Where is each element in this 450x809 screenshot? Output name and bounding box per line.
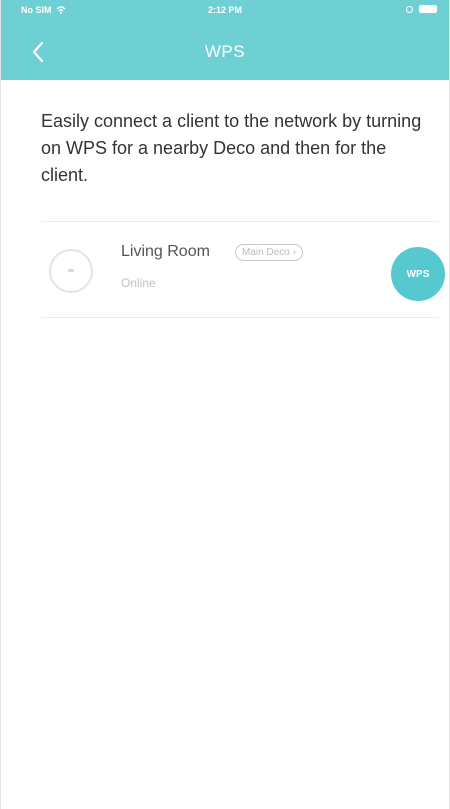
deco-device-icon xyxy=(49,249,93,293)
nav-bar: WPS xyxy=(1,30,449,74)
wps-description: Easily connect a client to the network b… xyxy=(41,111,422,185)
main-deco-badge-label: Main Deco xyxy=(242,247,290,258)
status-bar: No SIM 2:12 PM xyxy=(1,0,449,22)
device-name: Living Room xyxy=(121,243,210,260)
divider-bottom xyxy=(41,317,439,318)
status-time: 2:12 PM xyxy=(207,5,242,15)
app-screen: No SIM 2:12 PM WPS Easily connect a clie… xyxy=(0,0,450,809)
battery-icon xyxy=(419,5,437,13)
header: No SIM 2:12 PM WPS xyxy=(1,0,449,80)
device-row[interactable]: Living Room Main Deco › Online WPS xyxy=(41,221,449,317)
status-icons xyxy=(406,5,437,13)
device-status: Online xyxy=(121,276,156,290)
chevron-right-icon: › xyxy=(292,247,296,258)
main-deco-badge: Main Deco › xyxy=(235,244,303,261)
wps-button-label: WPS xyxy=(406,268,430,280)
page-title: WPS xyxy=(204,42,246,61)
wps-button[interactable]: WPS xyxy=(391,247,445,301)
alarm-icon xyxy=(406,5,413,13)
